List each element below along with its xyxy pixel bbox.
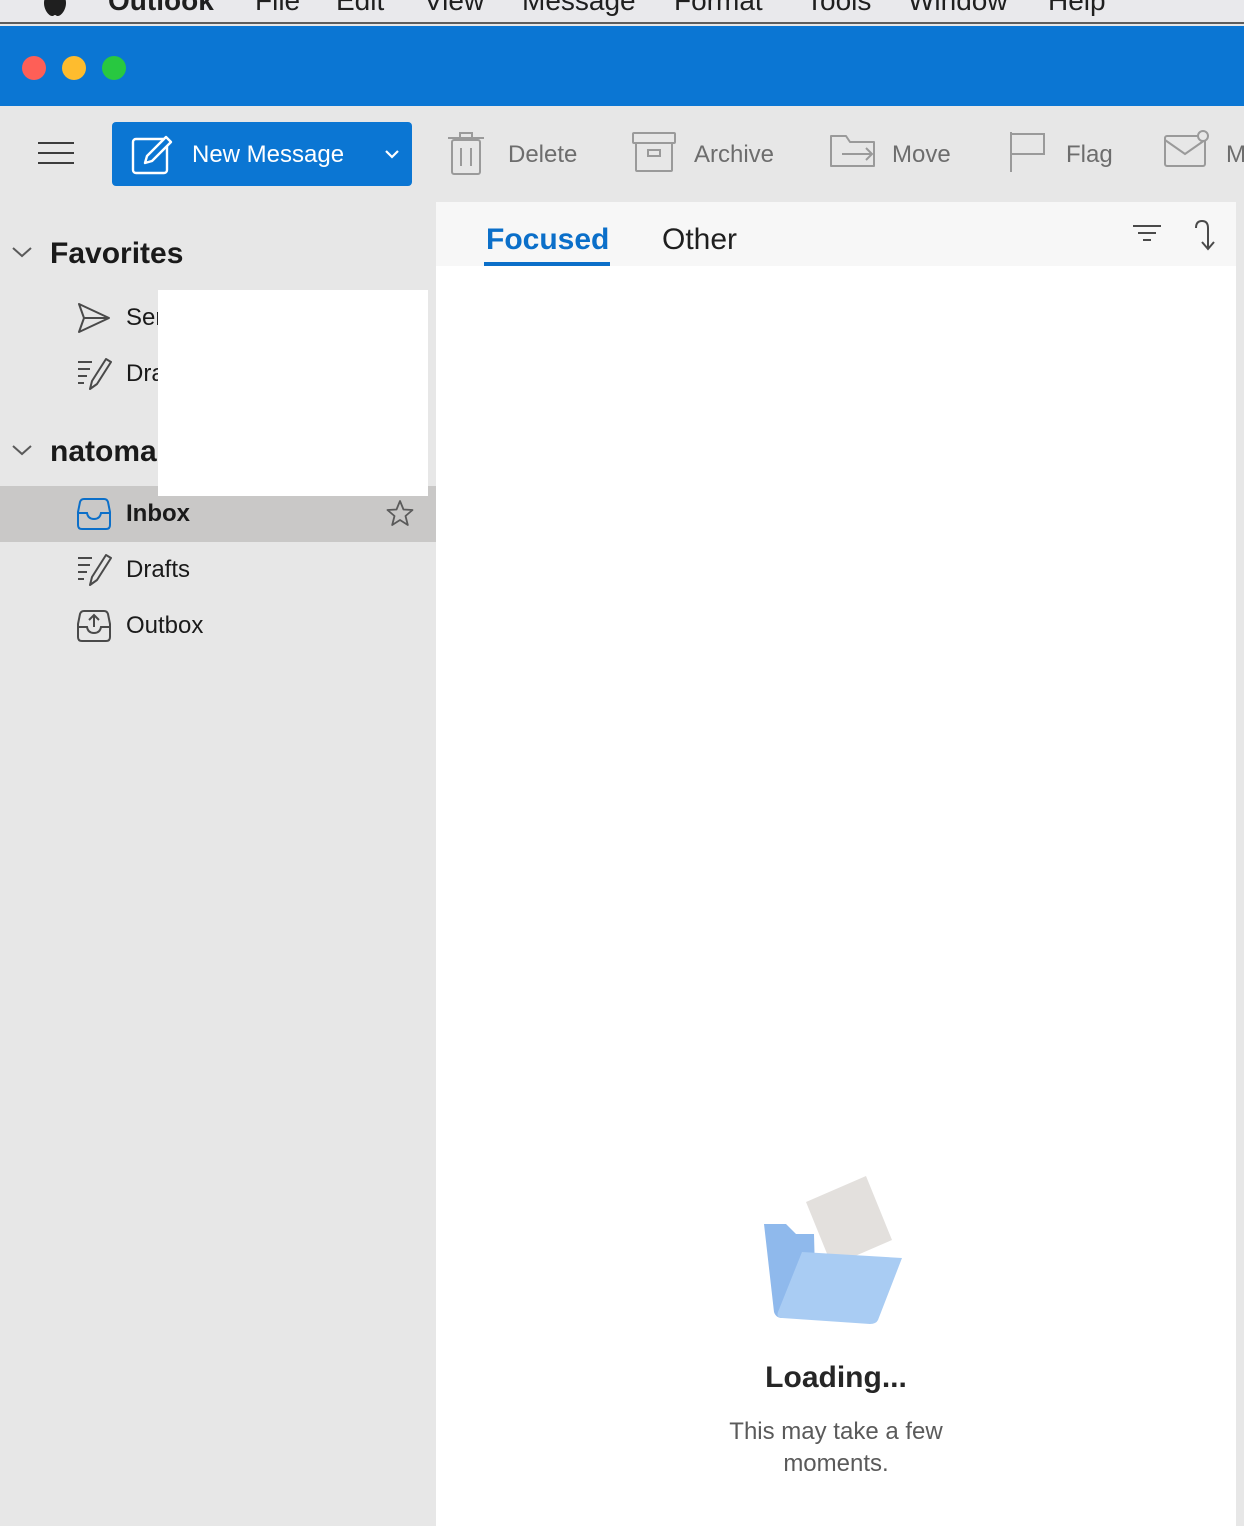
menu-file[interactable]: File <box>255 0 300 18</box>
window-title-bar <box>0 26 1244 106</box>
sidebar-item-drafts[interactable]: Drafts <box>0 542 436 598</box>
menu-view[interactable]: View <box>424 0 484 18</box>
minimize-window-button[interactable] <box>62 56 86 80</box>
inbox-icon <box>77 498 111 530</box>
zoom-window-button[interactable] <box>102 56 126 80</box>
redaction-overlay <box>158 290 428 496</box>
menu-bar-divider <box>0 22 1244 24</box>
drafts-icon <box>78 554 112 586</box>
loading-title: Loading... <box>765 1361 907 1394</box>
menu-format[interactable]: Format <box>674 0 763 18</box>
compose-icon <box>131 135 173 175</box>
archive-button[interactable]: Archive <box>628 122 788 186</box>
favorites-section-header[interactable]: Favorites <box>0 224 436 280</box>
filter-icon[interactable] <box>1132 222 1162 248</box>
move-button[interactable]: Move <box>826 122 966 186</box>
menu-app-name[interactable]: Outlook <box>108 0 214 18</box>
loading-subtitle: This may take a few moments. <box>729 1418 943 1477</box>
hamburger-line <box>38 142 74 144</box>
chevron-down-icon[interactable] <box>10 242 34 262</box>
hamburger-line <box>38 162 74 164</box>
toolbar: New Message Delete Archive Move Flag M <box>0 106 1244 202</box>
menu-edit[interactable]: Edit <box>336 0 384 18</box>
sort-icon[interactable] <box>1192 218 1216 252</box>
flag-button[interactable]: Flag <box>1004 122 1124 186</box>
tab-other[interactable]: Other <box>662 222 737 258</box>
hamburger-menu-button[interactable] <box>36 140 76 166</box>
apple-logo-icon[interactable] <box>42 0 68 16</box>
sidebar-item-label: Inbox <box>126 500 190 527</box>
flag-label: Flag <box>1066 141 1113 168</box>
active-tab-indicator <box>484 262 610 266</box>
move-folder-icon <box>830 135 875 167</box>
message-list-header: Focused Other <box>436 202 1236 266</box>
chevron-down-icon[interactable] <box>382 144 402 164</box>
archive-icon <box>632 132 676 172</box>
new-message-button[interactable]: New Message <box>112 122 412 186</box>
archive-label: Archive <box>694 141 775 168</box>
favorites-title: Favorites <box>50 237 184 270</box>
hamburger-line <box>38 152 74 154</box>
delete-button[interactable]: Delete <box>440 122 590 186</box>
macos-menu-bar: Outlook File Edit View Message Format To… <box>0 0 1244 24</box>
menu-help[interactable]: Help <box>1048 0 1106 18</box>
new-message-label: New Message <box>192 141 345 168</box>
mark-unread-button[interactable]: M <box>1160 122 1244 186</box>
delete-label: Delete <box>508 141 578 168</box>
window-right-gutter <box>1236 202 1244 1526</box>
move-label: Move <box>892 141 951 168</box>
trash-icon <box>448 132 484 175</box>
chevron-down-icon[interactable] <box>10 440 34 460</box>
account-title: natoma <box>50 435 157 468</box>
empty-folder-illustration <box>764 1176 902 1324</box>
sidebar-item-label: Outbox <box>126 612 204 639</box>
sidebar-item-label: Drafts <box>126 556 191 583</box>
outbox-icon <box>77 610 111 642</box>
send-icon <box>78 303 110 333</box>
close-window-button[interactable] <box>22 56 46 80</box>
star-icon[interactable] <box>386 499 414 527</box>
menu-window[interactable]: Window <box>908 0 1008 18</box>
menu-message[interactable]: Message <box>522 0 636 18</box>
flag-icon <box>1010 132 1045 172</box>
message-list-pane: Focused Other Loading... This may take a… <box>436 202 1236 1526</box>
overflow-label: M <box>1226 141 1244 168</box>
menu-tools[interactable]: Tools <box>806 0 871 18</box>
drafts-icon <box>78 358 112 390</box>
envelope-unread-icon <box>1164 130 1209 167</box>
tab-focused[interactable]: Focused <box>486 222 609 258</box>
sidebar-item-outbox[interactable]: Outbox <box>0 598 436 654</box>
